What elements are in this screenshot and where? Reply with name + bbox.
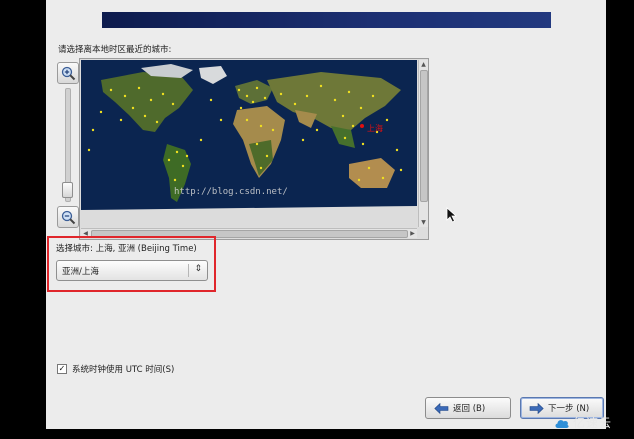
selected-city-label: 上海: [367, 124, 383, 133]
back-button[interactable]: 返回 (B): [425, 397, 511, 419]
select-divider: [188, 264, 189, 277]
timezone-prompt: 请选择离本地时区最近的城市:: [58, 45, 172, 55]
utc-checkbox[interactable]: ✓: [57, 364, 67, 374]
timezone-select[interactable]: 亚洲/上海 ⇕: [56, 260, 208, 281]
logo-text: 亿速云: [573, 416, 613, 430]
zoom-slider-thumb[interactable]: [62, 182, 73, 198]
world-map[interactable]: 上海 http://blog.csdn.net/: [81, 60, 417, 227]
zoom-out-icon: [61, 210, 75, 224]
zoom-in-button[interactable]: [57, 62, 79, 84]
next-arrow-icon: [529, 402, 544, 414]
next-button-label: 下一步 (N): [548, 404, 590, 414]
zoom-out-button[interactable]: [57, 206, 79, 228]
world-map-image: [81, 60, 417, 227]
mouse-pointer-icon: [446, 207, 458, 223]
scroll-up-icon[interactable]: ▲: [419, 60, 428, 69]
cloud-logo-icon: [555, 419, 569, 428]
back-button-label: 返回 (B): [453, 404, 486, 414]
scroll-right-icon[interactable]: ▶: [408, 229, 417, 238]
vertical-scroll-thumb[interactable]: [420, 70, 428, 202]
map-vertical-scrollbar[interactable]: ▲ ▼: [418, 60, 428, 227]
timezone-select-value: 亚洲/上海: [62, 267, 99, 277]
back-arrow-icon: [434, 402, 449, 414]
scroll-down-icon[interactable]: ▼: [419, 218, 428, 227]
utc-option[interactable]: ✓ 系统时钟使用 UTC 时间(S): [57, 363, 174, 375]
utc-checkbox-label: 系统时钟使用 UTC 时间(S): [72, 365, 175, 375]
selected-city-marker: [360, 124, 364, 128]
watermark-text: http://blog.csdn.net/: [174, 187, 288, 197]
brand-logo: 亿速云: [554, 414, 612, 431]
world-map-frame: 上海 http://blog.csdn.net/ ▲ ▼ ◀ ▶: [79, 58, 429, 240]
zoom-in-icon: [61, 66, 75, 80]
updown-chevron-icon: ⇕: [194, 264, 202, 274]
selected-city-text: 选择城市: 上海, 亚洲 (Beijing Time): [56, 244, 197, 254]
header-banner: [102, 12, 551, 28]
